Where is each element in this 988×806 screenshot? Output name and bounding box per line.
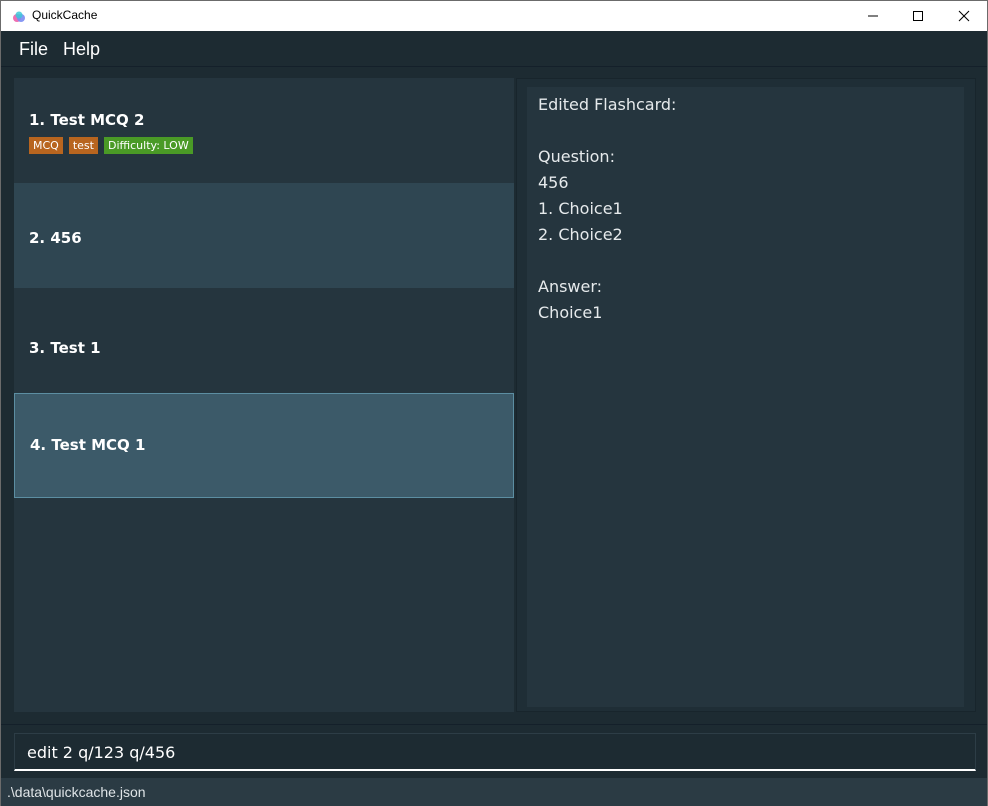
flashcard-list[interactable]: 1. Test MCQ 2 MCQ test Difficulty: LOW 2… [14, 78, 514, 712]
flashcard-tags: MCQ test Difficulty: LOW [29, 137, 193, 154]
minimize-button[interactable] [850, 1, 896, 31]
detail-heading: Edited Flashcard: [538, 95, 677, 114]
window-title: QuickCache [32, 8, 98, 22]
command-area: edit 2 q/123 q/456 [1, 724, 987, 778]
close-button[interactable] [941, 1, 987, 31]
command-text: edit 2 q/123 q/456 [27, 743, 176, 762]
flashcard-item[interactable]: 2. 456 [14, 183, 514, 288]
question-text: 456 [538, 173, 569, 192]
app-window: QuickCache File Help 1. Test MCQ 2 MCQ t… [0, 0, 988, 806]
flashcard-item[interactable]: 3. Test 1 [14, 288, 514, 393]
choice-item: 1. Choice1 [538, 199, 623, 218]
flashcard-title: 2. 456 [29, 229, 82, 247]
choice-item: 2. Choice2 [538, 225, 623, 244]
minimize-icon [868, 15, 878, 17]
close-icon [958, 10, 970, 22]
tag-badge: MCQ [29, 137, 63, 154]
status-bar: .\data\quickcache.json [1, 778, 987, 806]
flashcard-title: 1. Test MCQ 2 [29, 111, 145, 129]
maximize-button[interactable] [895, 1, 941, 31]
menu-help[interactable]: Help [63, 39, 100, 60]
detail-content[interactable]: Edited Flashcard: Question: 456 1. Choic… [527, 87, 964, 707]
title-bar[interactable]: QuickCache [1, 1, 987, 31]
detail-panel: Edited Flashcard: Question: 456 1. Choic… [516, 78, 976, 712]
menu-bar: File Help [1, 31, 987, 67]
difficulty-badge: Difficulty: LOW [103, 137, 193, 154]
answer-label: Answer: [538, 277, 603, 296]
flashcard-item-selected[interactable]: 4. Test MCQ 1 [14, 393, 514, 498]
maximize-icon [913, 11, 923, 21]
flashcard-title: 3. Test 1 [29, 339, 101, 357]
question-label: Question: [538, 147, 615, 166]
flashcard-item[interactable]: 1. Test MCQ 2 MCQ test Difficulty: LOW [14, 78, 514, 183]
flashcard-title: 4. Test MCQ 1 [30, 436, 146, 454]
save-file-path: .\data\quickcache.json [7, 784, 146, 800]
tag-badge: test [68, 137, 98, 154]
app-icon [13, 11, 25, 22]
menu-file[interactable]: File [19, 39, 48, 60]
answer-text: Choice1 [538, 303, 603, 322]
command-input[interactable]: edit 2 q/123 q/456 [14, 733, 976, 771]
